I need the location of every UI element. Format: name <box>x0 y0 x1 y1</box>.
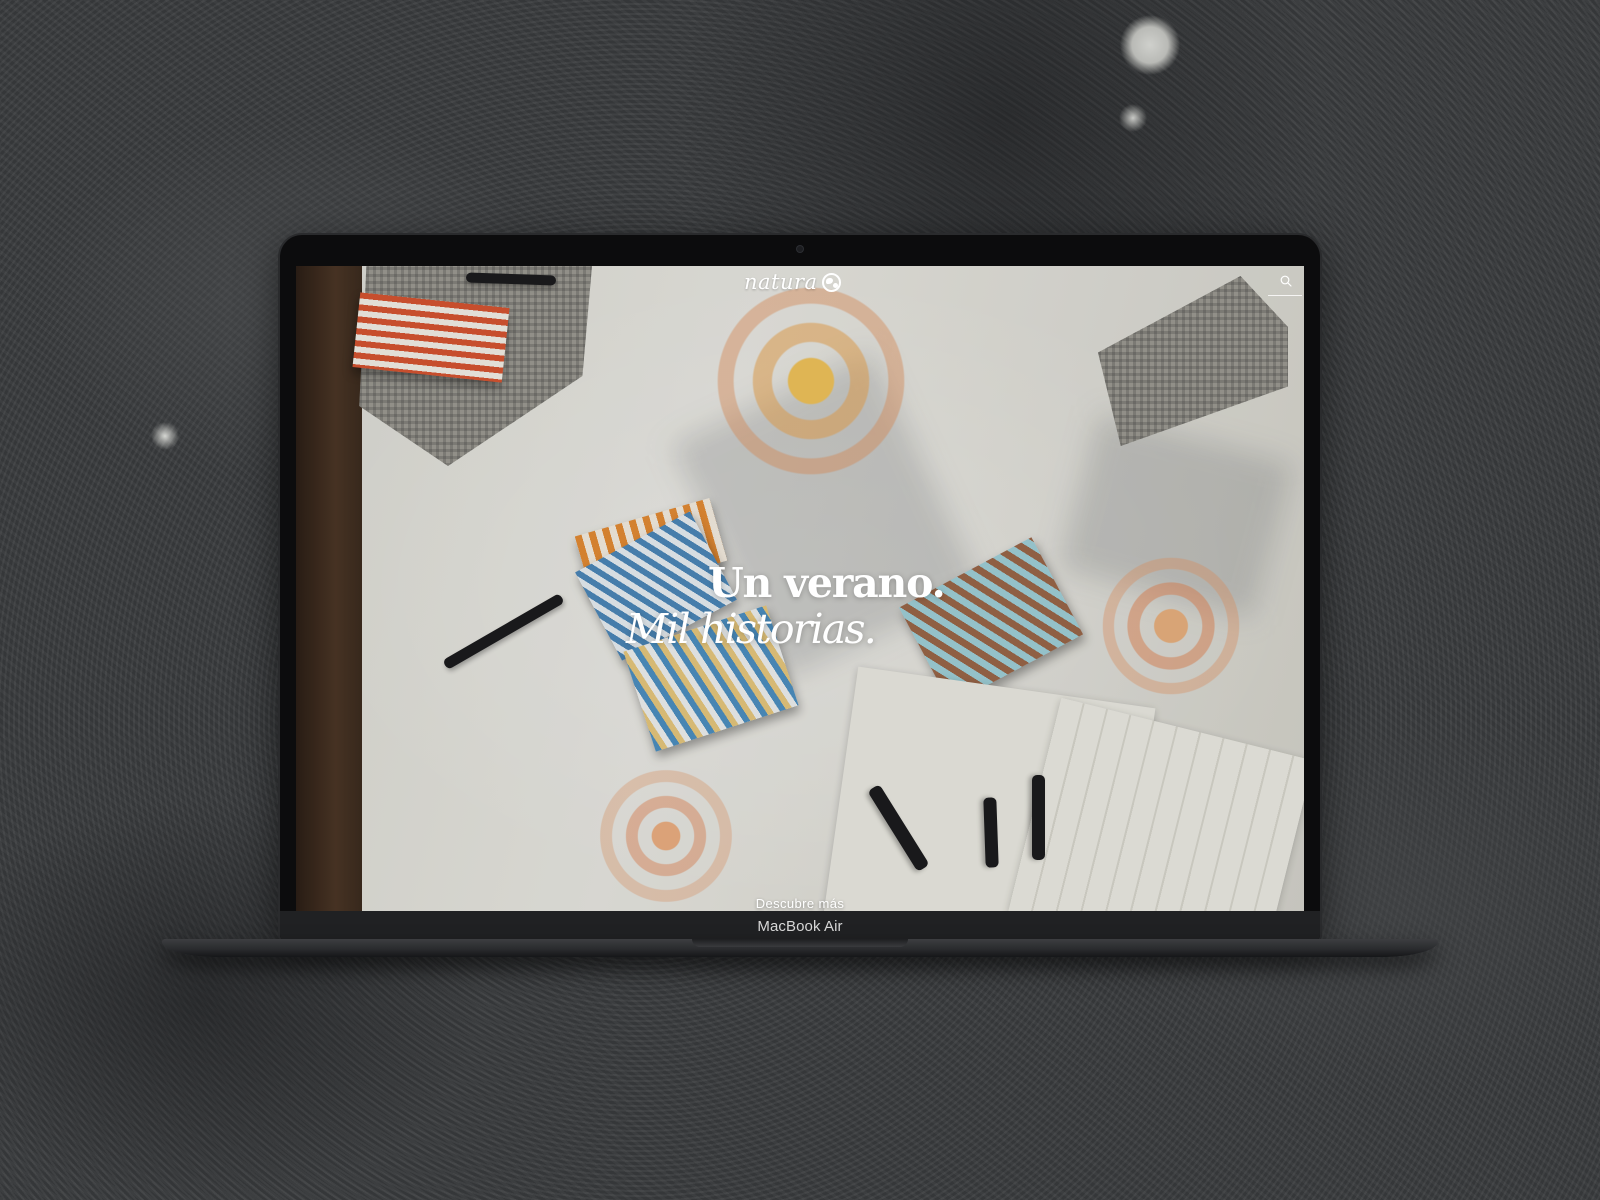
laptop-opening-notch <box>692 939 908 947</box>
browser-viewport: natura Un verano. Mil historias. Descubr… <box>296 266 1304 911</box>
globe-icon <box>821 272 841 292</box>
discover-more-link[interactable]: Descubre más <box>296 896 1304 911</box>
hero-line-1: Un verano. <box>708 559 946 607</box>
laptop-lid: natura Un verano. Mil historias. Descubr… <box>280 235 1320 941</box>
natura-logo[interactable]: natura <box>744 267 841 297</box>
search-button[interactable] <box>1268 269 1302 296</box>
device-model-label: MacBook Air <box>757 918 843 935</box>
hero-line-2: Mil historias. <box>626 605 877 653</box>
hero-headline: Un verano. Mil historias. <box>626 560 986 652</box>
laptop-base <box>162 939 1438 957</box>
laptop-bezel-chin: MacBook Air <box>280 911 1320 941</box>
logo-text: natura <box>744 270 818 294</box>
search-icon <box>1280 275 1292 287</box>
camera <box>797 246 803 252</box>
